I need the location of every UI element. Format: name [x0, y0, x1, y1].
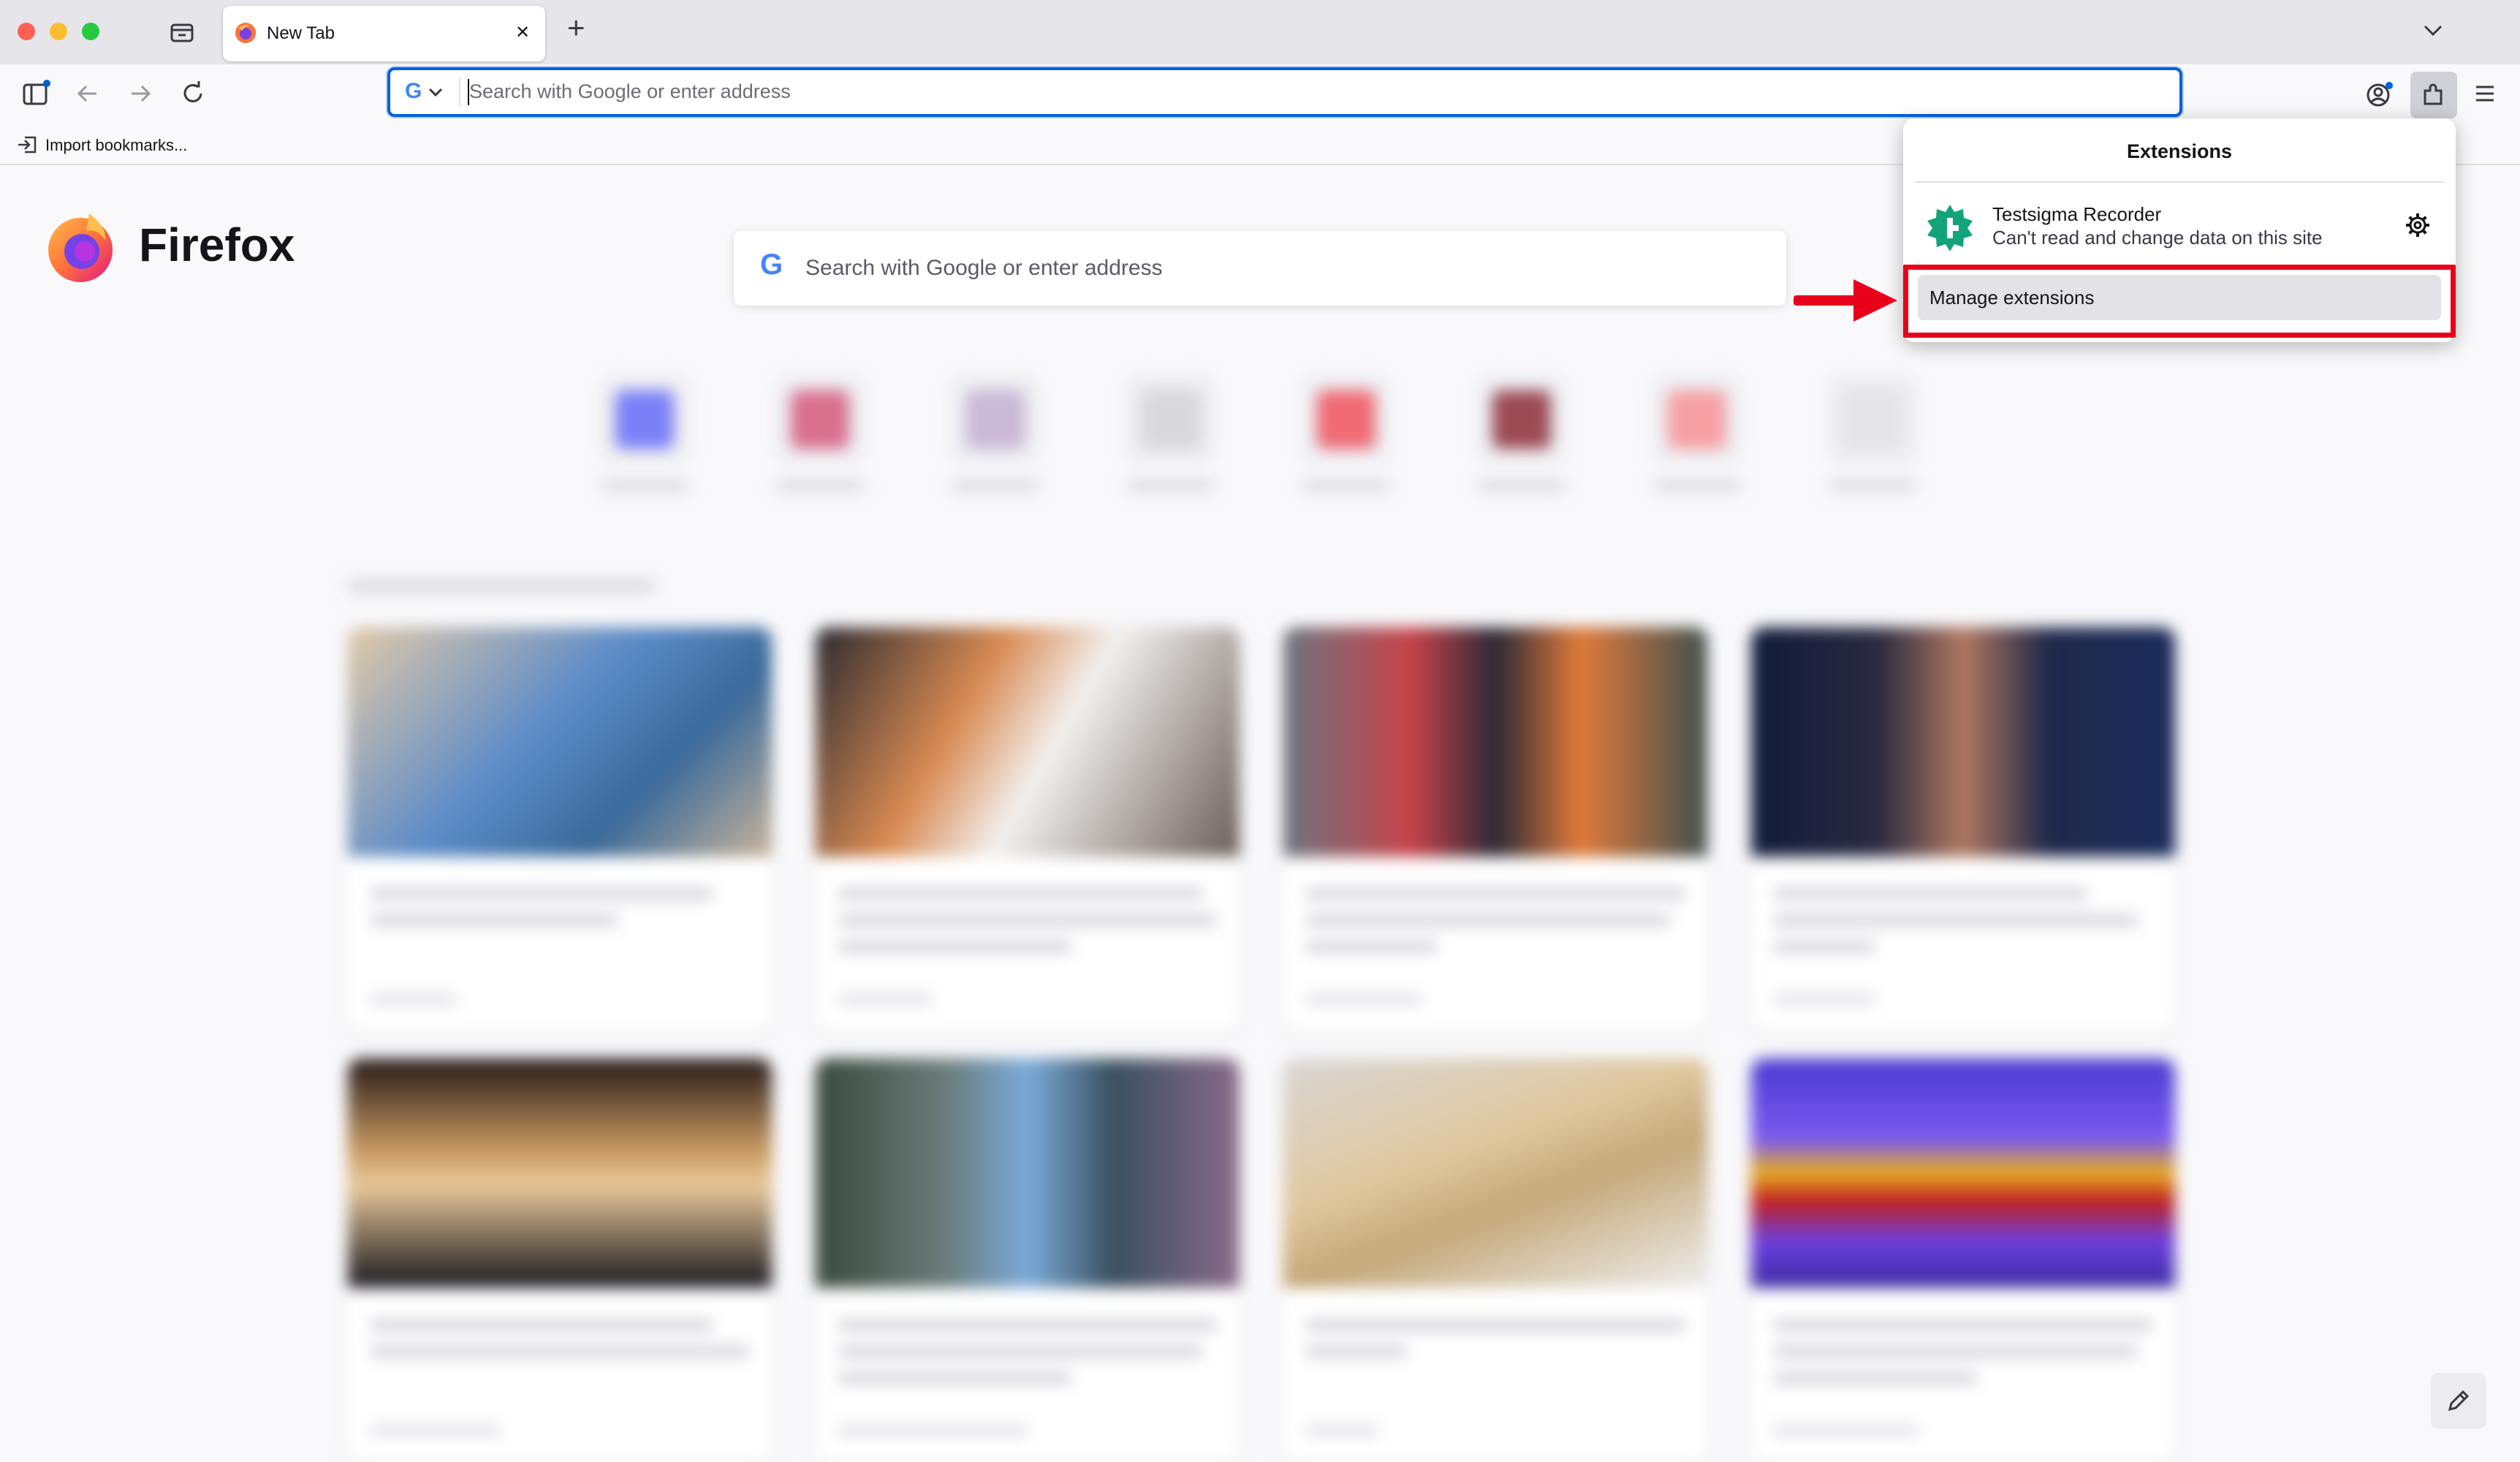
- extensions-button[interactable]: [2410, 72, 2457, 118]
- story-card[interactable]: [816, 1058, 1240, 1462]
- firefox-logo-icon: [235, 22, 257, 44]
- story-source: [838, 993, 933, 1006]
- new-tab-button[interactable]: +: [567, 10, 585, 45]
- newtab-page: Firefox G Search with Google or enter ad…: [0, 165, 2520, 1462]
- story-title-line: [1305, 914, 1671, 927]
- close-window-button[interactable]: [18, 23, 35, 40]
- story-title-line: [1773, 1319, 2153, 1332]
- story-card[interactable]: [1283, 627, 1707, 1031]
- tab-title: New Tab: [267, 23, 335, 43]
- story-title-line: [1305, 1319, 1685, 1332]
- story-title-line: [1773, 1345, 2138, 1358]
- story-source: [1773, 993, 1875, 1006]
- close-tab-icon[interactable]: ✕: [515, 22, 530, 43]
- story-source: [370, 993, 458, 1006]
- hamburger-menu-icon[interactable]: [2473, 83, 2497, 104]
- story-title-line: [838, 887, 1203, 901]
- chevron-down-icon: [428, 88, 443, 98]
- story-image: [1751, 627, 2175, 857]
- panel-title: Extensions: [2126, 140, 2233, 162]
- search-engine-selector[interactable]: G: [401, 76, 447, 108]
- story-title-line: [1773, 887, 2087, 901]
- import-icon: [16, 135, 38, 155]
- story-card[interactable]: [348, 1058, 772, 1462]
- address-bar-placeholder: Search with Google or enter address: [469, 80, 791, 102]
- tab-strip: New Tab ✕ +: [0, 0, 2520, 64]
- tab-list-chevron-icon[interactable]: [2422, 22, 2444, 39]
- story-title-line: [370, 914, 618, 927]
- reload-icon[interactable]: [180, 80, 206, 107]
- story-title-line: [1305, 887, 1685, 901]
- minimize-window-button[interactable]: [50, 23, 67, 40]
- story-title-line: [370, 1319, 713, 1332]
- highlight-box: [1903, 265, 2456, 338]
- story-title-line: [838, 1319, 1218, 1332]
- divider: [459, 77, 460, 107]
- firefox-view-icon[interactable]: [170, 20, 194, 44]
- story-image: [1751, 1058, 2175, 1288]
- story-source: [1305, 1424, 1378, 1437]
- story-source: [838, 1424, 1028, 1437]
- zoom-window-button[interactable]: [82, 23, 99, 40]
- annotation-arrow-icon: [1791, 276, 1899, 325]
- sidebar-icon[interactable]: [22, 79, 51, 108]
- story-source: [1305, 993, 1422, 1006]
- extension-description: Can't read and change data on this site: [1992, 227, 2323, 249]
- story-image: [348, 1058, 772, 1288]
- account-icon[interactable]: [2365, 80, 2394, 110]
- customize-button[interactable]: [2431, 1373, 2486, 1428]
- story-card[interactable]: [816, 627, 1240, 1031]
- story-title-line: [1773, 1371, 1978, 1385]
- story-image: [816, 627, 1240, 857]
- pencil-icon: [2445, 1387, 2472, 1414]
- google-g-icon: G: [405, 79, 422, 103]
- story-title-line: [838, 1371, 1071, 1385]
- story-title-line: [370, 1345, 750, 1358]
- story-card[interactable]: [1751, 627, 2175, 1031]
- story-card[interactable]: [348, 627, 772, 1031]
- back-arrow-icon[interactable]: [75, 82, 101, 105]
- story-title-line: [1773, 914, 2138, 927]
- extension-name: Testsigma Recorder: [1992, 203, 2162, 225]
- story-title-line: [1773, 940, 1875, 953]
- story-source: [370, 1424, 501, 1437]
- address-bar[interactable]: G Search with Google or enter address: [387, 67, 2182, 117]
- forward-arrow-icon[interactable]: [127, 82, 153, 105]
- story-image: [816, 1058, 1240, 1288]
- story-image: [1283, 1058, 1707, 1288]
- story-card[interactable]: [1283, 1058, 1707, 1462]
- divider: [1915, 181, 2444, 183]
- story-cards: [0, 165, 2520, 1462]
- tab-new-tab[interactable]: New Tab ✕: [223, 6, 545, 61]
- story-title-line: [1305, 940, 1437, 953]
- story-title-line: [1305, 1345, 1408, 1358]
- story-image: [348, 627, 772, 857]
- story-image: [1283, 627, 1707, 857]
- story-source: [1773, 1424, 1919, 1437]
- testsigma-icon: [1925, 203, 1975, 253]
- story-title-line: [838, 940, 1071, 953]
- extension-item[interactable]: Testsigma Recorder Can't read and change…: [1903, 190, 2456, 266]
- puzzle-piece-icon: [2421, 82, 2447, 108]
- story-card[interactable]: [1751, 1058, 2175, 1462]
- import-bookmarks-label: Import bookmarks...: [45, 136, 188, 154]
- gear-icon[interactable]: [2405, 212, 2431, 238]
- story-title-line: [838, 1345, 1203, 1358]
- story-title-line: [370, 887, 713, 901]
- story-title-line: [838, 914, 1218, 927]
